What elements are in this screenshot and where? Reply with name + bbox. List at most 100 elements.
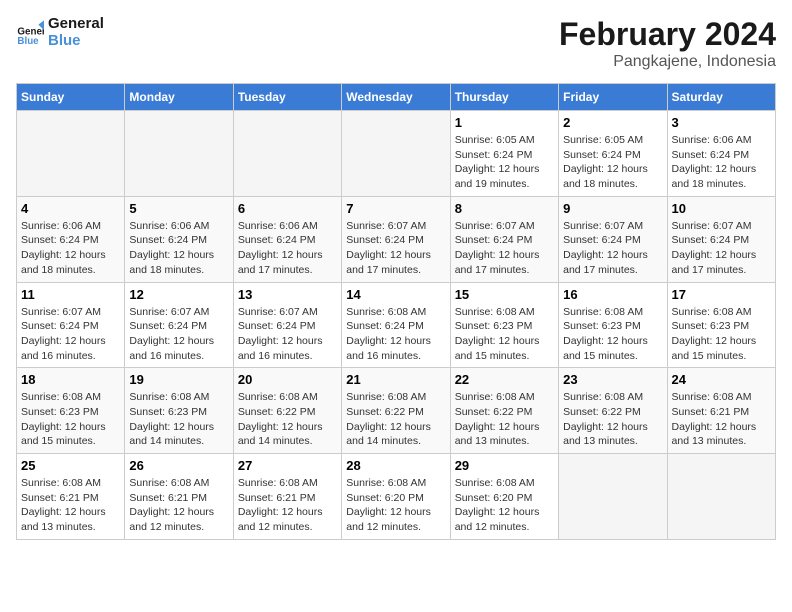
page-header: General Blue General Blue February 2024 … <box>16 16 776 71</box>
week-row-5: 25 Sunrise: 6:08 AM Sunset: 6:21 PM Dayli… <box>17 454 776 540</box>
header-cell-saturday: Saturday <box>667 84 775 111</box>
title-section: February 2024 Pangkajene, Indonesia <box>559 16 776 71</box>
day-number: 3 <box>672 115 771 130</box>
calendar-body: 1Sunrise: 6:05 AM Sunset: 6:24 PM Daylig… <box>17 111 776 540</box>
day-number: 14 <box>346 287 445 302</box>
day-cell: 4 Sunrise: 6:06 AM Sunset: 6:24 PM Daylig… <box>17 196 125 282</box>
day-info: Sunrise: 6:08 AM Sunset: 6:22 PM Dayligh… <box>238 390 337 449</box>
day-info: Sunrise: 6:06 AM Sunset: 6:24 PM Dayligh… <box>21 219 120 278</box>
day-cell: 18Sunrise: 6:08 AM Sunset: 6:23 PM Dayli… <box>17 368 125 454</box>
day-info: Sunrise: 6:08 AM Sunset: 6:24 PM Dayligh… <box>346 305 445 364</box>
page-title: February 2024 <box>559 16 776 53</box>
day-number: 17 <box>672 287 771 302</box>
day-info: Sunrise: 6:08 AM Sunset: 6:20 PM Dayligh… <box>455 476 554 535</box>
week-row-4: 18 Sunrise: 6:08 AM Sunset: 6:23 PM Dayli… <box>17 368 776 454</box>
day-cell: 29 Sunrise: 6:08 AM Sunset: 6:20 PM Dayli… <box>450 454 558 540</box>
day-number: 7 <box>346 201 445 216</box>
day-cell: 10Sunrise: 6:07 AM Sunset: 6:24 PM Dayli… <box>667 196 775 282</box>
day-number: 5 <box>129 201 228 216</box>
day-info: Sunrise: 6:07 AM Sunset: 6:24 PM Dayligh… <box>346 219 445 278</box>
day-number: 28 <box>346 458 445 473</box>
day-info: Sunrise: 6:08 AM Sunset: 6:21 PM Dayligh… <box>238 476 337 535</box>
day-cell: 16 Sunrise: 6:08 AM Sunset: 6:23 PM Dayli… <box>559 282 667 368</box>
day-info: Sunrise: 6:08 AM Sunset: 6:22 PM Dayligh… <box>455 390 554 449</box>
day-cell: 17 Sunrise: 6:08 AM Sunset: 6:23 PM Dayli… <box>667 282 775 368</box>
day-info: Sunrise: 6:08 AM Sunset: 6:22 PM Dayligh… <box>346 390 445 449</box>
day-cell <box>17 111 125 197</box>
week-row-3: 11 Sunrise: 6:07 AM Sunset: 6:24 PM Dayli… <box>17 282 776 368</box>
day-info: Sunrise: 6:08 AM Sunset: 6:23 PM Dayligh… <box>129 390 228 449</box>
day-number: 25 <box>21 458 120 473</box>
day-info: Sunrise: 6:07 AM Sunset: 6:24 PM Dayligh… <box>238 305 337 364</box>
day-cell: 24 Sunrise: 6:08 AM Sunset: 6:21 PM Dayli… <box>667 368 775 454</box>
day-number: 18 <box>21 372 120 387</box>
svg-text:Blue: Blue <box>17 36 39 47</box>
day-info: Sunrise: 6:08 AM Sunset: 6:21 PM Dayligh… <box>129 476 228 535</box>
day-cell: 9 Sunrise: 6:07 AM Sunset: 6:24 PM Daylig… <box>559 196 667 282</box>
day-info: Sunrise: 6:08 AM Sunset: 6:21 PM Dayligh… <box>672 390 771 449</box>
day-cell: 3 Sunrise: 6:06 AM Sunset: 6:24 PM Daylig… <box>667 111 775 197</box>
day-number: 11 <box>21 287 120 302</box>
day-cell <box>342 111 450 197</box>
day-info: Sunrise: 6:08 AM Sunset: 6:21 PM Dayligh… <box>21 476 120 535</box>
day-info: Sunrise: 6:08 AM Sunset: 6:23 PM Dayligh… <box>563 305 662 364</box>
day-number: 4 <box>21 201 120 216</box>
logo-icon: General Blue <box>16 19 44 47</box>
day-cell: 25 Sunrise: 6:08 AM Sunset: 6:21 PM Dayli… <box>17 454 125 540</box>
calendar-table: SundayMondayTuesdayWednesdayThursdayFrid… <box>16 83 776 540</box>
header-cell-sunday: Sunday <box>17 84 125 111</box>
day-number: 12 <box>129 287 228 302</box>
day-info: Sunrise: 6:06 AM Sunset: 6:24 PM Dayligh… <box>238 219 337 278</box>
header-cell-monday: Monday <box>125 84 233 111</box>
day-number: 24 <box>672 372 771 387</box>
day-info: Sunrise: 6:07 AM Sunset: 6:24 PM Dayligh… <box>672 219 771 278</box>
day-number: 8 <box>455 201 554 216</box>
day-cell <box>667 454 775 540</box>
day-cell: 12 Sunrise: 6:07 AM Sunset: 6:24 PM Dayli… <box>125 282 233 368</box>
day-number: 13 <box>238 287 337 302</box>
day-info: Sunrise: 6:06 AM Sunset: 6:24 PM Dayligh… <box>129 219 228 278</box>
day-info: Sunrise: 6:07 AM Sunset: 6:24 PM Dayligh… <box>129 305 228 364</box>
day-cell: 27Sunrise: 6:08 AM Sunset: 6:21 PM Dayli… <box>233 454 341 540</box>
week-row-2: 4 Sunrise: 6:06 AM Sunset: 6:24 PM Daylig… <box>17 196 776 282</box>
calendar-header: SundayMondayTuesdayWednesdayThursdayFrid… <box>17 84 776 111</box>
day-info: Sunrise: 6:08 AM Sunset: 6:23 PM Dayligh… <box>672 305 771 364</box>
day-number: 23 <box>563 372 662 387</box>
day-cell: 23Sunrise: 6:08 AM Sunset: 6:22 PM Dayli… <box>559 368 667 454</box>
day-cell: 13 Sunrise: 6:07 AM Sunset: 6:24 PM Dayli… <box>233 282 341 368</box>
day-cell: 5 Sunrise: 6:06 AM Sunset: 6:24 PM Daylig… <box>125 196 233 282</box>
day-number: 9 <box>563 201 662 216</box>
day-cell: 26 Sunrise: 6:08 AM Sunset: 6:21 PM Dayli… <box>125 454 233 540</box>
day-number: 15 <box>455 287 554 302</box>
day-info: Sunrise: 6:07 AM Sunset: 6:24 PM Dayligh… <box>563 219 662 278</box>
day-cell: 14 Sunrise: 6:08 AM Sunset: 6:24 PM Dayli… <box>342 282 450 368</box>
logo-text-line1: General <box>48 16 104 33</box>
day-cell: 7 Sunrise: 6:07 AM Sunset: 6:24 PM Daylig… <box>342 196 450 282</box>
page-subtitle: Pangkajene, Indonesia <box>559 53 776 71</box>
day-number: 29 <box>455 458 554 473</box>
logo-text-line2: Blue <box>48 33 104 50</box>
day-info: Sunrise: 6:07 AM Sunset: 6:24 PM Dayligh… <box>21 305 120 364</box>
day-cell: 20 Sunrise: 6:08 AM Sunset: 6:22 PM Dayli… <box>233 368 341 454</box>
logo: General Blue General Blue <box>16 16 104 49</box>
day-cell: 1Sunrise: 6:05 AM Sunset: 6:24 PM Daylig… <box>450 111 558 197</box>
day-number: 22 <box>455 372 554 387</box>
header-cell-wednesday: Wednesday <box>342 84 450 111</box>
day-cell: 8Sunrise: 6:07 AM Sunset: 6:24 PM Daylig… <box>450 196 558 282</box>
day-number: 19 <box>129 372 228 387</box>
day-number: 2 <box>563 115 662 130</box>
header-cell-friday: Friday <box>559 84 667 111</box>
day-cell: 21 Sunrise: 6:08 AM Sunset: 6:22 PM Dayli… <box>342 368 450 454</box>
day-cell: 28 Sunrise: 6:08 AM Sunset: 6:20 PM Dayli… <box>342 454 450 540</box>
day-cell <box>125 111 233 197</box>
day-info: Sunrise: 6:08 AM Sunset: 6:20 PM Dayligh… <box>346 476 445 535</box>
day-cell <box>559 454 667 540</box>
day-number: 26 <box>129 458 228 473</box>
day-number: 1 <box>455 115 554 130</box>
day-info: Sunrise: 6:06 AM Sunset: 6:24 PM Dayligh… <box>672 133 771 192</box>
day-number: 16 <box>563 287 662 302</box>
day-cell: 19 Sunrise: 6:08 AM Sunset: 6:23 PM Dayli… <box>125 368 233 454</box>
day-number: 20 <box>238 372 337 387</box>
day-number: 21 <box>346 372 445 387</box>
day-cell: 22 Sunrise: 6:08 AM Sunset: 6:22 PM Dayli… <box>450 368 558 454</box>
